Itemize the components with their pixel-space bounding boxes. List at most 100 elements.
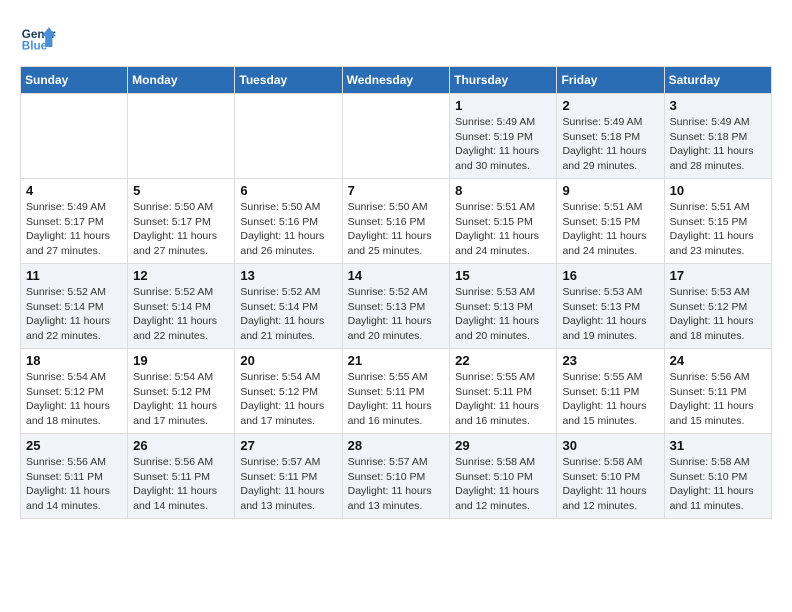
calendar-cell: 5Sunrise: 5:50 AMSunset: 5:17 PMDaylight… (128, 179, 235, 264)
day-number: 19 (133, 353, 229, 368)
day-number: 26 (133, 438, 229, 453)
day-number: 14 (348, 268, 445, 283)
calendar-cell: 15 Sunrise: 5:53 AMSunset: 5:13 PMDayligh… (450, 264, 557, 349)
day-number: 4 (26, 183, 122, 198)
day-info: Sunrise: 5:53 AMSunset: 5:13 PMDaylight:… (562, 285, 658, 344)
day-info: Sunrise: 5:49 AMSunset: 5:18 PMDaylight:… (670, 115, 766, 174)
day-info: Sunrise: 5:55 AMSunset: 5:11 PMDaylight:… (348, 370, 445, 429)
day-header-tuesday: Tuesday (235, 67, 342, 94)
calendar-cell: 31 Sunrise: 5:58 AMSunset: 5:10 PMDayligh… (664, 434, 771, 519)
page-header: General Blue (20, 20, 772, 56)
day-number: 18 (26, 353, 122, 368)
day-number: 9 (562, 183, 658, 198)
day-number: 7 (348, 183, 445, 198)
day-number: 10 (670, 183, 766, 198)
calendar-cell: 28 Sunrise: 5:57 AMSunset: 5:10 PMDayligh… (342, 434, 450, 519)
day-info: Sunrise: 5:49 AMSunset: 5:19 PMDaylight:… (455, 115, 551, 174)
calendar-cell: 23Sunrise: 5:55 AMSunset: 5:11 PMDayligh… (557, 349, 664, 434)
day-number: 30 (562, 438, 658, 453)
calendar-cell: 14 Sunrise: 5:52 AMSunset: 5:13 PMDayligh… (342, 264, 450, 349)
calendar-cell: 29Sunrise: 5:58 AMSunset: 5:10 PMDayligh… (450, 434, 557, 519)
calendar-cell (342, 94, 450, 179)
calendar-cell: 10Sunrise: 5:51 AMSunset: 5:15 PMDayligh… (664, 179, 771, 264)
calendar-week-row: 25 Sunrise: 5:56 AMSunset: 5:11 PMDayligh… (21, 434, 772, 519)
day-info: Sunrise: 5:53 AMSunset: 5:12 PMDaylight:… (670, 285, 766, 344)
calendar-week-row: 18 Sunrise: 5:54 AMSunset: 5:12 PMDayligh… (21, 349, 772, 434)
calendar-cell: 18Sunrise: 5:54 AMSunset: 5:12 PMDayligh… (21, 349, 128, 434)
calendar-cell: 16Sunrise: 5:53 AMSunset: 5:13 PMDayligh… (557, 264, 664, 349)
day-number: 11 (26, 268, 122, 283)
day-number: 2 (562, 98, 658, 113)
calendar-header-row: SundayMondayTuesdayWednesdayThursdayFrid… (21, 67, 772, 94)
calendar-cell: 7 Sunrise: 5:50 AMSunset: 5:16 PMDaylight… (342, 179, 450, 264)
calendar-cell: 27Sunrise: 5:57 AMSunset: 5:11 PMDayligh… (235, 434, 342, 519)
day-number: 13 (240, 268, 336, 283)
day-info: Sunrise: 5:55 AMSunset: 5:11 PMDaylight:… (455, 370, 551, 429)
day-info: Sunrise: 5:56 AMSunset: 5:11 PMDaylight:… (26, 455, 122, 514)
day-info: Sunrise: 5:57 AMSunset: 5:10 PMDaylight:… (348, 455, 445, 514)
calendar-cell: 9 Sunrise: 5:51 AMSunset: 5:15 PMDaylight… (557, 179, 664, 264)
day-number: 21 (348, 353, 445, 368)
calendar-week-row: 1 Sunrise: 5:49 AMSunset: 5:19 PMDaylight… (21, 94, 772, 179)
day-info: Sunrise: 5:51 AMSunset: 5:15 PMDaylight:… (562, 200, 658, 259)
day-info: Sunrise: 5:54 AMSunset: 5:12 PMDaylight:… (240, 370, 336, 429)
day-number: 1 (455, 98, 551, 113)
calendar-cell: 21 Sunrise: 5:55 AMSunset: 5:11 PMDayligh… (342, 349, 450, 434)
calendar-cell: 17 Sunrise: 5:53 AMSunset: 5:12 PMDayligh… (664, 264, 771, 349)
calendar-cell (21, 94, 128, 179)
day-info: Sunrise: 5:55 AMSunset: 5:11 PMDaylight:… (562, 370, 658, 429)
calendar-table: SundayMondayTuesdayWednesdayThursdayFrid… (20, 66, 772, 519)
day-number: 22 (455, 353, 551, 368)
day-info: Sunrise: 5:52 AMSunset: 5:14 PMDaylight:… (240, 285, 336, 344)
day-header-thursday: Thursday (450, 67, 557, 94)
day-info: Sunrise: 5:58 AMSunset: 5:10 PMDaylight:… (670, 455, 766, 514)
day-info: Sunrise: 5:56 AMSunset: 5:11 PMDaylight:… (133, 455, 229, 514)
calendar-cell: 8 Sunrise: 5:51 AMSunset: 5:15 PMDaylight… (450, 179, 557, 264)
day-info: Sunrise: 5:50 AMSunset: 5:17 PMDaylight:… (133, 200, 229, 259)
calendar-week-row: 11 Sunrise: 5:52 AMSunset: 5:14 PMDayligh… (21, 264, 772, 349)
calendar-cell: 2 Sunrise: 5:49 AMSunset: 5:18 PMDaylight… (557, 94, 664, 179)
day-number: 25 (26, 438, 122, 453)
day-number: 27 (240, 438, 336, 453)
day-header-wednesday: Wednesday (342, 67, 450, 94)
day-number: 12 (133, 268, 229, 283)
calendar-cell: 26 Sunrise: 5:56 AMSunset: 5:11 PMDayligh… (128, 434, 235, 519)
day-number: 15 (455, 268, 551, 283)
calendar-cell: 30 Sunrise: 5:58 AMSunset: 5:10 PMDayligh… (557, 434, 664, 519)
day-number: 31 (670, 438, 766, 453)
day-number: 3 (670, 98, 766, 113)
calendar-cell: 20 Sunrise: 5:54 AMSunset: 5:12 PMDayligh… (235, 349, 342, 434)
calendar-week-row: 4 Sunrise: 5:49 AMSunset: 5:17 PMDaylight… (21, 179, 772, 264)
day-number: 28 (348, 438, 445, 453)
calendar-cell: 24 Sunrise: 5:56 AMSunset: 5:11 PMDayligh… (664, 349, 771, 434)
calendar-cell: 22 Sunrise: 5:55 AMSunset: 5:11 PMDayligh… (450, 349, 557, 434)
day-number: 24 (670, 353, 766, 368)
day-info: Sunrise: 5:52 AMSunset: 5:14 PMDaylight:… (133, 285, 229, 344)
day-info: Sunrise: 5:58 AMSunset: 5:10 PMDaylight:… (562, 455, 658, 514)
logo-icon: General Blue (20, 20, 56, 56)
day-number: 8 (455, 183, 551, 198)
day-info: Sunrise: 5:51 AMSunset: 5:15 PMDaylight:… (455, 200, 551, 259)
svg-text:Blue: Blue (22, 40, 48, 53)
logo: General Blue (20, 20, 56, 56)
day-info: Sunrise: 5:58 AMSunset: 5:10 PMDaylight:… (455, 455, 551, 514)
calendar-cell: 19Sunrise: 5:54 AMSunset: 5:12 PMDayligh… (128, 349, 235, 434)
calendar-cell (128, 94, 235, 179)
day-number: 17 (670, 268, 766, 283)
calendar-cell: 11Sunrise: 5:52 AMSunset: 5:14 PMDayligh… (21, 264, 128, 349)
calendar-cell: 25 Sunrise: 5:56 AMSunset: 5:11 PMDayligh… (21, 434, 128, 519)
calendar-cell: 13 Sunrise: 5:52 AMSunset: 5:14 PMDayligh… (235, 264, 342, 349)
day-info: Sunrise: 5:53 AMSunset: 5:13 PMDaylight:… (455, 285, 551, 344)
calendar-cell (235, 94, 342, 179)
day-header-friday: Friday (557, 67, 664, 94)
day-header-saturday: Saturday (664, 67, 771, 94)
day-number: 20 (240, 353, 336, 368)
calendar-cell: 6Sunrise: 5:50 AMSunset: 5:16 PMDaylight… (235, 179, 342, 264)
day-info: Sunrise: 5:49 AMSunset: 5:18 PMDaylight:… (562, 115, 658, 174)
day-info: Sunrise: 5:50 AMSunset: 5:16 PMDaylight:… (348, 200, 445, 259)
calendar-cell: 12 Sunrise: 5:52 AMSunset: 5:14 PMDayligh… (128, 264, 235, 349)
day-info: Sunrise: 5:52 AMSunset: 5:13 PMDaylight:… (348, 285, 445, 344)
calendar-cell: 4 Sunrise: 5:49 AMSunset: 5:17 PMDaylight… (21, 179, 128, 264)
day-info: Sunrise: 5:49 AMSunset: 5:17 PMDaylight:… (26, 200, 122, 259)
day-info: Sunrise: 5:56 AMSunset: 5:11 PMDaylight:… (670, 370, 766, 429)
